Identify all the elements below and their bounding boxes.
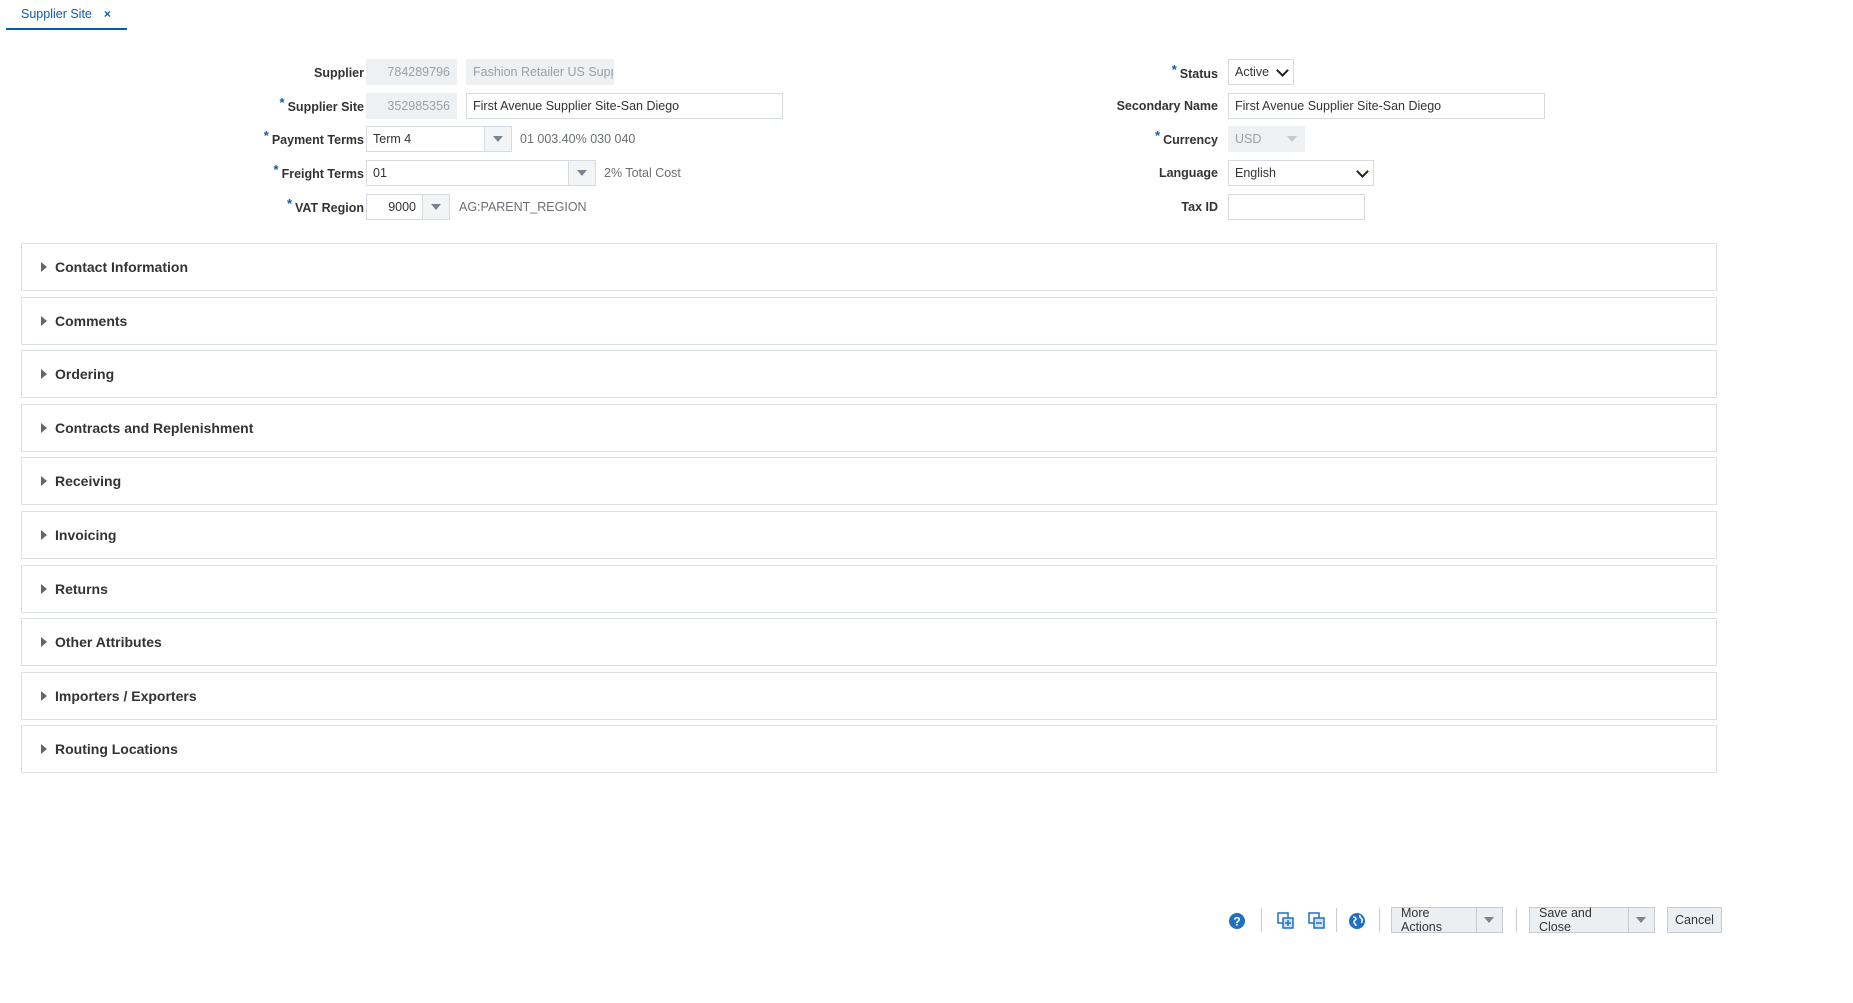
expand-icon	[41, 262, 47, 272]
separator	[1261, 908, 1262, 932]
close-icon[interactable]: ×	[104, 7, 111, 21]
freight-terms-input[interactable]: 01	[366, 160, 569, 186]
expand-icon	[41, 637, 47, 647]
separator	[1336, 908, 1337, 932]
section-title: Comments	[55, 313, 128, 329]
currency-dropdown-button	[1279, 126, 1305, 152]
section-title: Receiving	[55, 473, 122, 489]
section-title: Importers / Exporters	[55, 688, 197, 704]
tab-supplier-site[interactable]: Supplier Site ×	[6, 0, 127, 30]
supplier-site-label: * Supplier Site	[279, 95, 364, 114]
supplier-site-name-input[interactable]: First Avenue Supplier Site-San Diego	[466, 93, 783, 119]
more-actions-label: More Actions	[1401, 906, 1442, 934]
separator	[1379, 908, 1380, 932]
section-invoicing[interactable]: Invoicing	[21, 511, 1717, 559]
language-select[interactable]: English	[1228, 160, 1374, 186]
secondary-name-label: Secondary Name	[1116, 99, 1218, 113]
secondary-name-input[interactable]: First Avenue Supplier Site-San Diego	[1228, 93, 1545, 119]
payment-terms-description: 01 003.40% 030 040	[520, 132, 636, 146]
currency-label: * Currency	[1155, 128, 1218, 147]
tax-id-input[interactable]	[1228, 194, 1365, 220]
section-returns[interactable]: Returns	[21, 565, 1717, 613]
svg-text:?: ?	[1233, 915, 1240, 929]
section-title: Invoicing	[55, 527, 117, 543]
chevron-down-icon	[431, 204, 441, 210]
supplier-site-id-field: 352985356	[366, 93, 457, 119]
section-title: Returns	[55, 581, 108, 597]
more-actions-button[interactable]: More Actions	[1391, 906, 1503, 934]
payment-terms-dropdown-button[interactable]	[484, 126, 512, 152]
chevron-down-icon	[1356, 164, 1369, 178]
section-title: Ordering	[55, 366, 115, 382]
language-value: English	[1235, 166, 1276, 180]
chevron-down-icon	[577, 170, 587, 176]
section-importers-exporters[interactable]: Importers / Exporters	[21, 672, 1717, 720]
status-label: * Status	[1171, 62, 1218, 81]
freight-terms-description: 2% Total Cost	[604, 166, 681, 180]
tax-id-label: Tax ID	[1181, 200, 1218, 214]
cancel-label: Cancel	[1675, 913, 1714, 927]
expand-icon	[41, 423, 47, 433]
globe-icon[interactable]	[1348, 912, 1366, 930]
freight-terms-dropdown-button[interactable]	[568, 160, 596, 186]
language-label: Language	[1158, 166, 1218, 180]
expand-icon	[41, 316, 47, 326]
status-select[interactable]: Active	[1228, 59, 1294, 85]
section-title: Routing Locations	[55, 741, 178, 757]
payment-terms-label: * Payment Terms	[263, 128, 364, 147]
expand-icon	[41, 744, 47, 754]
expand-icon	[41, 691, 47, 701]
supplier-label: Supplier	[313, 66, 364, 80]
section-title: Other Attributes	[55, 634, 162, 650]
freight-terms-label: * Freight Terms	[273, 162, 364, 181]
chevron-down-icon	[1276, 63, 1289, 77]
supplier-name-field: Fashion Retailer US Supplie	[466, 59, 614, 85]
section-routing-locations[interactable]: Routing Locations	[21, 725, 1717, 773]
chevron-down-icon[interactable]	[1475, 908, 1502, 932]
tab-bar: Supplier Site ×	[0, 0, 1853, 30]
save-and-close-button[interactable]: Save and Close	[1529, 906, 1655, 934]
payment-terms-input[interactable]: Term 4	[366, 126, 485, 152]
vat-region-dropdown-button[interactable]	[422, 194, 450, 220]
cancel-button[interactable]: Cancel	[1667, 907, 1722, 933]
section-title: Contact Information	[55, 259, 188, 275]
expand-icon	[41, 476, 47, 486]
section-title: Contracts and Replenishment	[55, 420, 254, 436]
expand-icon	[41, 369, 47, 379]
currency-input: USD	[1228, 126, 1280, 152]
tab-label: Supplier Site	[21, 7, 92, 21]
chevron-down-icon	[493, 136, 503, 142]
chevron-down-icon	[1287, 136, 1297, 142]
expand-icon	[41, 584, 47, 594]
collapse-all-icon[interactable]	[1308, 912, 1326, 930]
separator	[1516, 908, 1517, 932]
section-ordering[interactable]: Ordering	[21, 350, 1717, 398]
expand-icon	[41, 530, 47, 540]
chevron-down-icon[interactable]	[1627, 908, 1654, 932]
expand-all-icon[interactable]	[1277, 912, 1295, 930]
status-value: Active	[1235, 65, 1270, 79]
vat-region-input[interactable]: 9000	[366, 194, 423, 220]
section-other-attributes[interactable]: Other Attributes	[21, 618, 1717, 666]
supplier-id-field: 784289796	[366, 59, 457, 85]
save-and-close-label: Save and Close	[1539, 906, 1592, 934]
vat-region-label: * VAT Region	[286, 196, 364, 215]
section-receiving[interactable]: Receiving	[21, 457, 1717, 505]
section-contracts-and-replenishment[interactable]: Contracts and Replenishment	[21, 404, 1717, 452]
section-contact-information[interactable]: Contact Information	[21, 243, 1717, 291]
help-icon[interactable]: ?	[1228, 912, 1246, 930]
section-comments[interactable]: Comments	[21, 297, 1717, 345]
vat-region-description: AG:PARENT_REGION	[459, 200, 587, 214]
